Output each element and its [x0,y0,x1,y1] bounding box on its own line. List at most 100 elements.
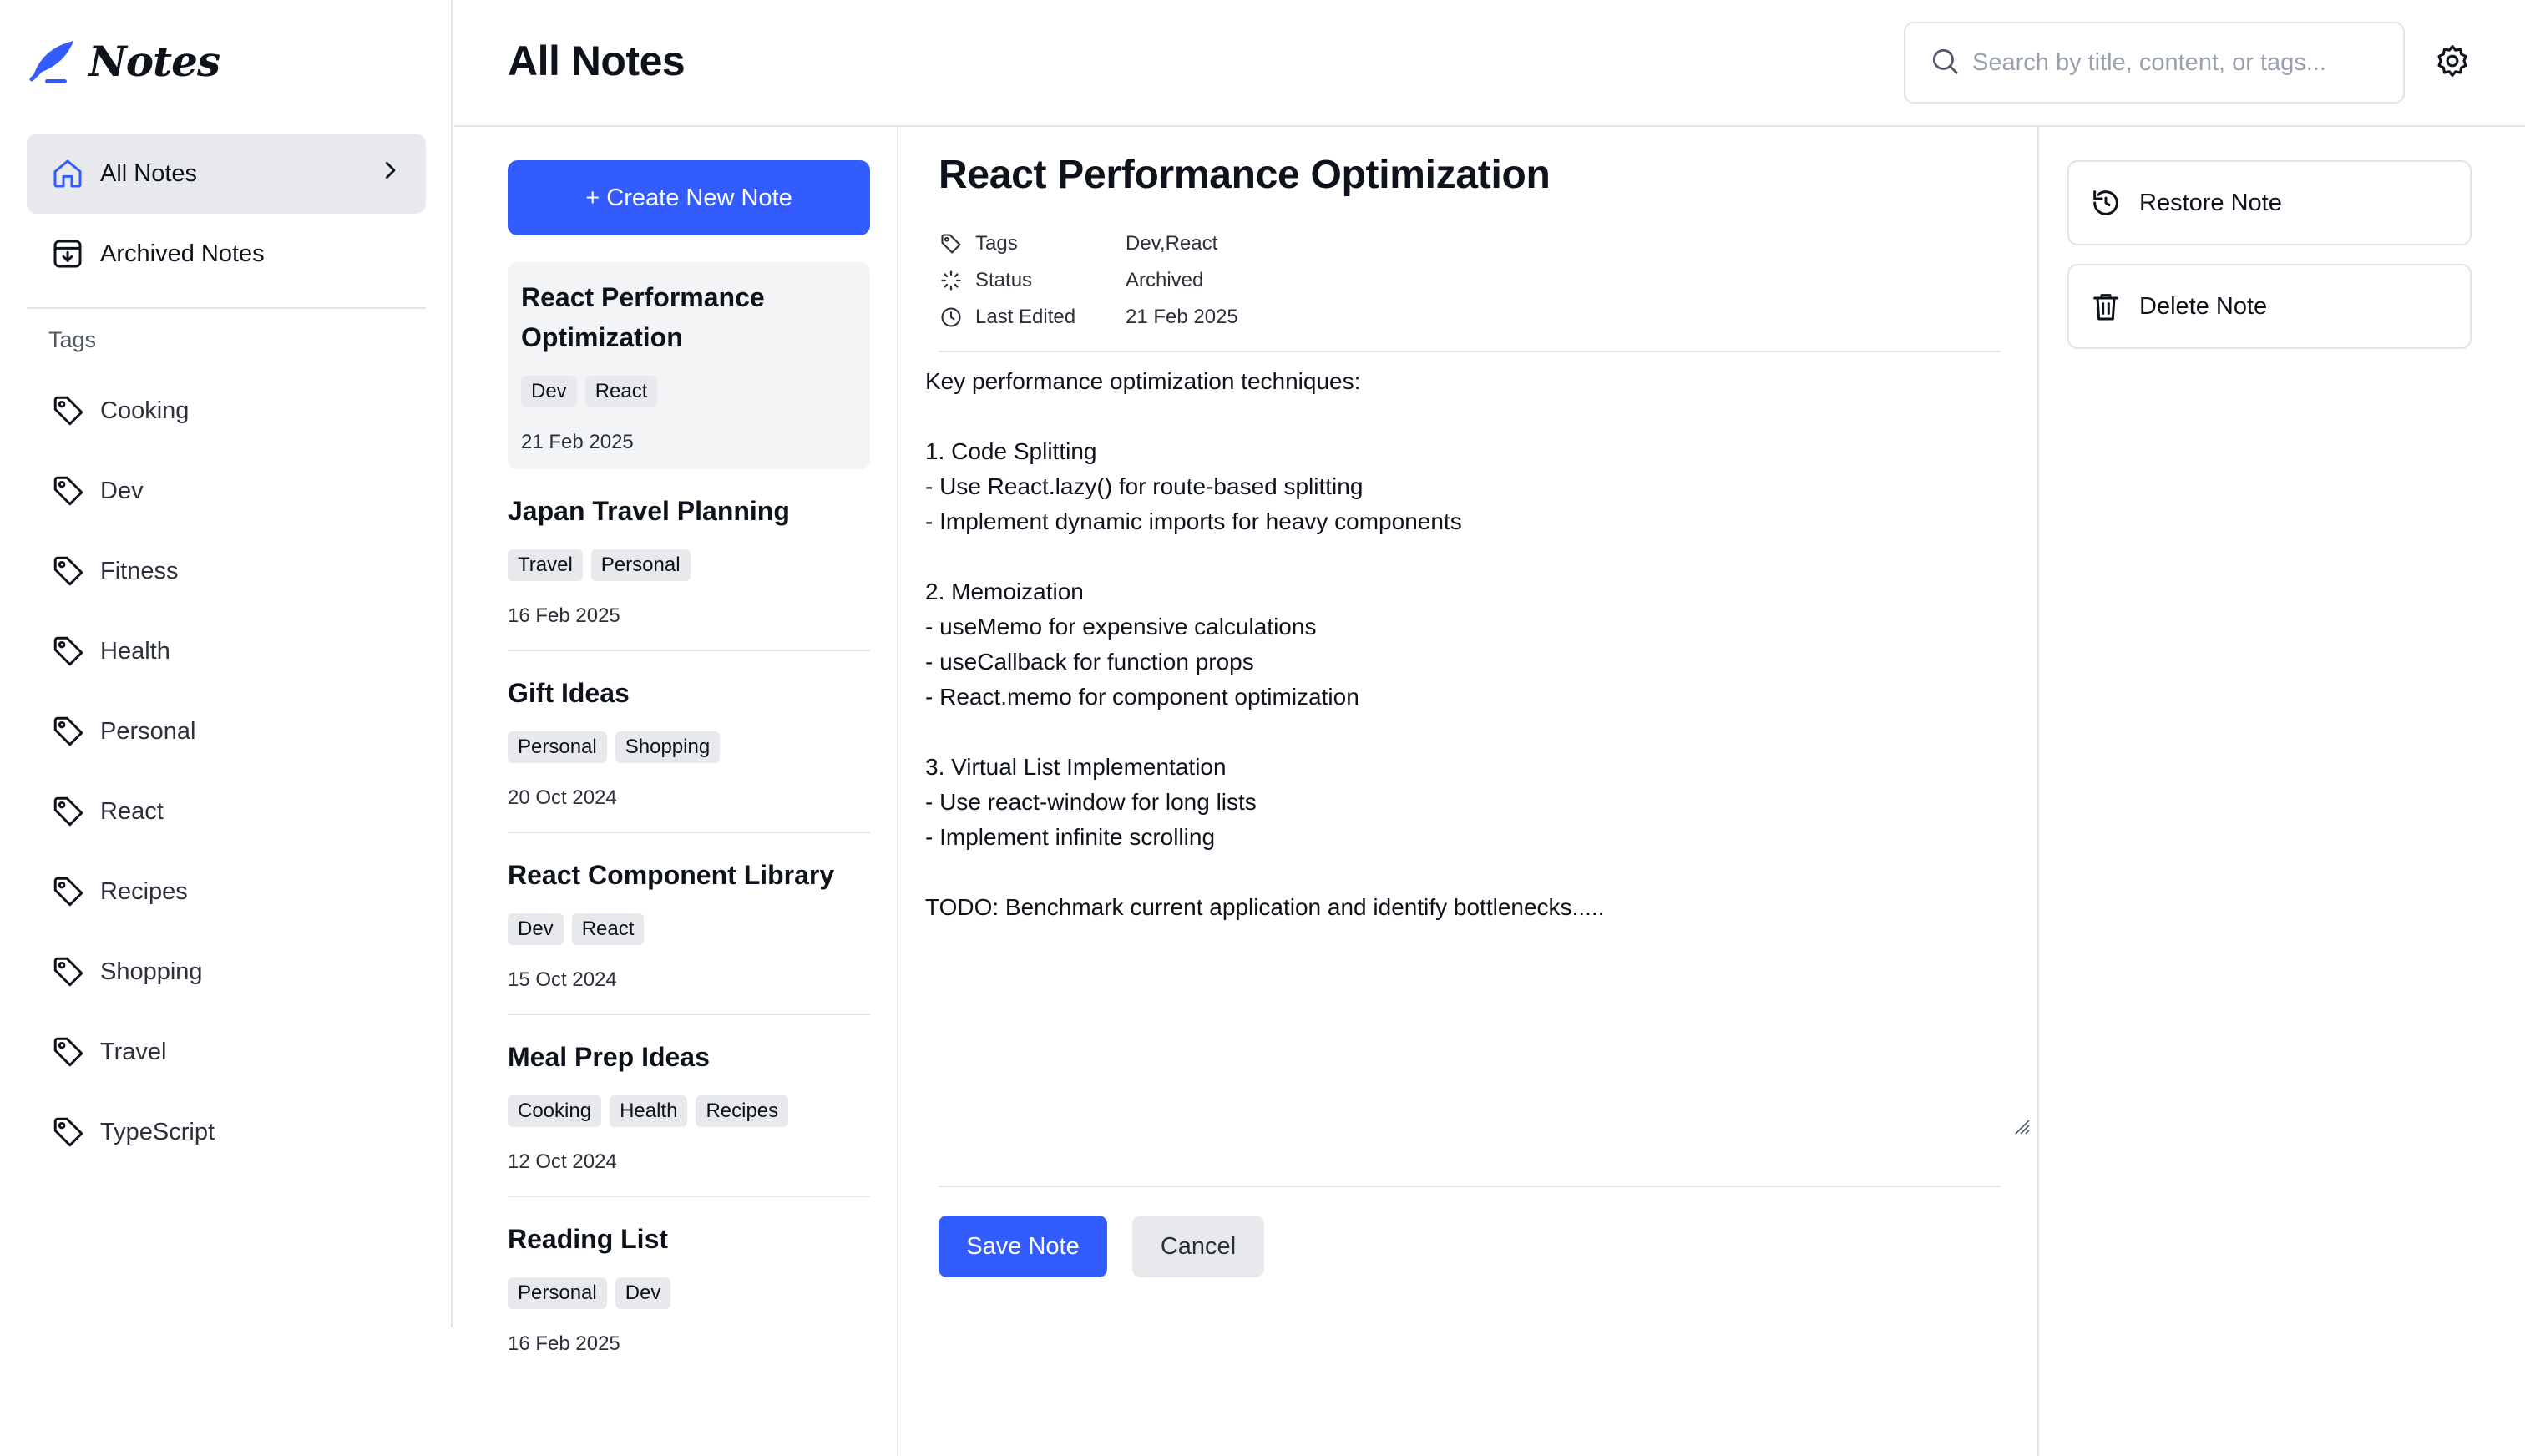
restore-note-label: Restore Note [2139,189,2282,216]
nav-all-notes-label: All Notes [100,159,198,187]
meta-status-row: Status Archived [939,262,2001,299]
meta-edited-value: 21 Feb 2025 [1126,306,1238,328]
meta-tags-label: Tags [975,232,1018,255]
app-name: Notes [89,37,220,86]
note-date: 16 Feb 2025 [508,604,620,627]
tag-chip: Recipes [696,1095,789,1127]
sidebar-tag-fitness[interactable]: Fitness [27,531,426,611]
note-editor-title[interactable]: React Performance Optimization [939,152,1551,198]
search-box[interactable] [1904,22,2405,104]
tag-chip: Travel [508,549,583,581]
note-date: 12 Oct 2024 [508,1150,617,1173]
tag-chip: Personal [590,549,691,581]
sidebar-tag-cooking[interactable]: Cooking [27,371,426,451]
sidebar-tag-recipes[interactable]: Recipes [27,852,426,932]
tag-icon [50,713,87,750]
tag-chip: Dev [521,376,577,407]
meta-divider [939,351,2001,352]
sidebar-divider [27,307,426,309]
trash-icon [2087,288,2124,325]
note-tags: Travel Personal [508,549,870,581]
note-item[interactable]: Meal Prep Ideas Cooking Health Recipes 1… [508,1015,870,1197]
tag-chip: Personal [508,1277,607,1309]
tag-icon [50,873,87,910]
sidebar-tag-travel[interactable]: Travel [27,1012,426,1092]
note-tags: Personal Dev [508,1277,870,1309]
gear-icon [2434,43,2471,83]
nav-archived-notes-label: Archived Notes [100,240,265,267]
cancel-button[interactable]: Cancel [1132,1216,1264,1277]
delete-note-button[interactable]: Delete Note [2067,264,2472,349]
tag-label: Personal [100,717,196,745]
sidebar-tag-health[interactable]: Health [27,611,426,691]
note-item[interactable]: Gift Ideas Personal Shopping 20 Oct 2024 [508,651,870,833]
restore-note-button[interactable]: Restore Note [2067,160,2472,245]
note-tags: Dev React [521,376,857,407]
tag-chip: Dev [508,913,564,945]
tag-icon [50,473,87,509]
tag-icon [50,1114,87,1150]
sidebar-tag-dev[interactable]: Dev [27,451,426,531]
sidebar-tag-shopping[interactable]: Shopping [27,932,426,1012]
note-tags: Cooking Health Recipes [508,1095,870,1127]
note-item[interactable]: Japan Travel Planning Travel Personal 16… [508,469,870,651]
tag-chip: React [584,376,658,407]
note-date: 16 Feb 2025 [508,1332,620,1355]
tag-label: Fitness [100,557,179,584]
tag-chip: Personal [508,731,607,763]
tag-label: React [100,797,164,825]
tag-label: Recipes [100,877,188,905]
meta-tags-value[interactable]: Dev,React [1126,232,1217,255]
note-tags: Dev React [508,913,870,945]
nav-archived-notes[interactable]: Archived Notes [27,214,426,294]
tags-heading: Tags [48,327,97,352]
tag-list: Cooking Dev Fitness Health Personal Reac… [27,371,426,1172]
note-title: Reading List [508,1224,669,1254]
note-date: 15 Oct 2024 [508,968,617,991]
feather-logo-icon [29,40,73,83]
meta-tags-row: Tags Dev,React [939,225,2001,262]
note-title: Meal Prep Ideas [508,1042,710,1072]
loading-status-icon [939,268,964,293]
settings-button[interactable] [2431,42,2473,83]
search-icon [1929,45,1961,81]
note-meta: Tags Dev,React Status Archived Last Edit… [939,225,2001,336]
note-item[interactable]: Reading List Personal Dev 16 Feb 2025 [508,1197,870,1378]
nav-all-notes[interactable]: All Notes [27,134,426,214]
note-date: 21 Feb 2025 [521,431,634,453]
tag-icon [50,633,87,670]
tag-icon [939,231,964,256]
resize-handle-icon[interactable] [2011,1115,2031,1135]
note-date: 20 Oct 2024 [508,786,617,809]
tag-label: TypeScript [100,1118,215,1145]
sidebar-tag-typescript[interactable]: TypeScript [27,1092,426,1172]
tag-label: Travel [100,1038,167,1065]
note-item[interactable]: React Component Library Dev React 15 Oct… [508,833,870,1015]
logo: Notes [27,37,220,86]
chevron-right-icon [377,158,402,190]
main-nav: All Notes Archived Notes [27,134,426,294]
sidebar-tag-personal[interactable]: Personal [27,691,426,771]
tag-icon [50,1034,87,1070]
create-note-button[interactable]: + Create New Note [508,160,870,235]
note-body-textarea[interactable]: Key performance optimization techniques:… [925,364,2011,1291]
meta-edited-row: Last Edited 21 Feb 2025 [939,299,2001,336]
meta-status-value: Archived [1126,269,1204,291]
page-title: All Notes [508,38,686,84]
note-title: Japan Travel Planning [508,496,790,526]
archive-icon [50,236,85,271]
note-title: Gift Ideas [508,678,630,708]
tag-chip: Cooking [508,1095,602,1127]
notes-list-panel: + Create New Note React Performance Opti… [454,127,898,1456]
tag-chip: Health [610,1095,688,1127]
sidebar: Notes All Notes Archived Notes Tags Cook… [0,0,453,1327]
restore-icon [2087,185,2124,221]
save-note-button[interactable]: Save Note [939,1216,1107,1277]
note-title: React Performance Optimization [521,282,765,352]
tag-icon [50,392,87,429]
search-input[interactable] [1972,48,2380,77]
note-item[interactable]: React Performance Optimization Dev React… [508,262,870,469]
sidebar-tag-react[interactable]: React [27,771,426,852]
note-actions-panel: Restore Note Delete Note [2041,127,2525,1456]
tag-label: Shopping [100,958,203,985]
